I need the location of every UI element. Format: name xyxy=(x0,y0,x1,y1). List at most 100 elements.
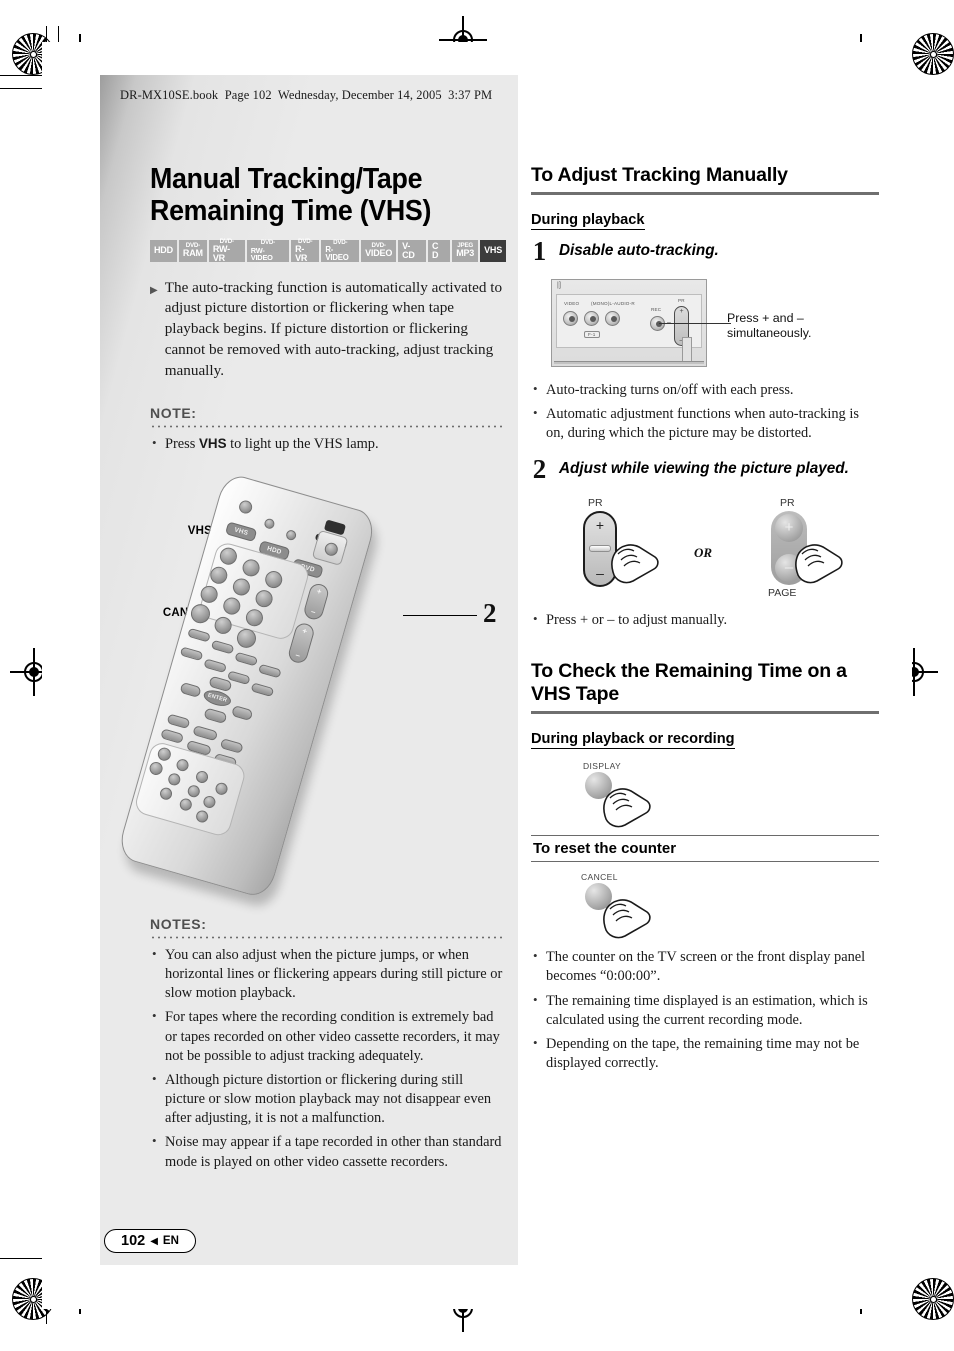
note-post: to light up the VHS lamp. xyxy=(226,436,379,453)
media-badge-vhs: VHS xyxy=(480,239,507,262)
list-item: Press + or – to adjust manually. xyxy=(531,610,879,630)
rocker-minus: – xyxy=(294,650,302,661)
pr-buttons-figure: PR + – OR PR + – PAGE xyxy=(531,497,879,607)
remote-control-body: VHS HDD DVD + – + – ENTER xyxy=(115,471,378,900)
list-item: Noise may appear if a tape recorded in o… xyxy=(150,1132,506,1171)
or-separator: OR xyxy=(694,544,713,560)
page-footer: 102 ◀ EN xyxy=(104,1229,196,1253)
registration-rosette-bottom-right xyxy=(912,1278,954,1320)
step-text: Disable auto-tracking. xyxy=(559,242,719,260)
badge-label: VHS xyxy=(484,245,503,256)
left-arrow-icon: ◀ xyxy=(150,1235,158,1247)
step-2: 2 Adjust while viewing the picture playe… xyxy=(531,454,879,485)
notes-divider xyxy=(150,936,506,939)
media-badge-dvd-r-vr: DVD- R-VR xyxy=(291,238,320,263)
triangle-bullet-icon: ▶ xyxy=(150,284,158,296)
panel-corner-mark: |] xyxy=(557,281,562,289)
section-title-adjust-tracking: To Adjust Tracking Manually xyxy=(531,164,788,186)
badge-label: MP3 xyxy=(456,248,475,259)
pr-minus: – xyxy=(596,564,604,581)
media-badge-dvd-video: DVD- VIDEO xyxy=(361,239,397,262)
hand-pointer-icon-cancel xyxy=(603,899,651,939)
pr-label-right-bottom: PAGE xyxy=(768,586,797,599)
badge-label: C D xyxy=(431,240,439,260)
list-item: The counter on the TV screen or the fron… xyxy=(531,947,879,986)
file-info-bar: DR-MX10SE.book Page 102 Wednesday, Decem… xyxy=(120,88,493,102)
step-number: 1 xyxy=(532,236,547,267)
media-badge-hdd: HDD xyxy=(150,239,177,262)
list-item: You can also adjust when the picture jum… xyxy=(150,945,506,1003)
media-badge-dvd-r-video: DVD- R-VIDEO xyxy=(321,239,360,262)
note-list: Press VHS to light up the VHS lamp. xyxy=(150,434,506,454)
audio-right-jack xyxy=(605,310,620,326)
front-panel-callout: Press + and – simultaneously. xyxy=(727,311,811,342)
page-number: 102 xyxy=(121,1233,146,1249)
notes-block: NOTES: You can also adjust when the pict… xyxy=(150,892,506,1177)
rocker-ridge xyxy=(589,545,611,553)
list-item: Press VHS to light up the VHS lamp. xyxy=(150,434,506,454)
panel-pr-plus: + xyxy=(679,307,684,315)
rocker-minus: – xyxy=(309,606,317,617)
panel-base-line xyxy=(554,360,704,364)
pr-plus-button: + xyxy=(775,513,803,542)
subheading-reset-counter: To reset the counter xyxy=(531,835,879,863)
panel-label-f1: F-1 xyxy=(584,330,600,338)
list-item: The remaining time displayed is an estim… xyxy=(531,991,879,1030)
rocker-plus: + xyxy=(301,626,309,637)
display-button-figure: DISPLAY xyxy=(531,761,879,828)
section-rule xyxy=(531,711,879,715)
step2-note-list: Press + or – to adjust manually. xyxy=(531,610,879,630)
pr-plus: + xyxy=(784,519,794,537)
note-divider xyxy=(150,425,506,429)
rocker-plus: + xyxy=(315,586,323,597)
cancel-button-caption: CANCEL xyxy=(581,872,618,883)
list-item: Although picture distortion or flickerin… xyxy=(150,1070,506,1128)
subheading-during-playback: During playback xyxy=(531,212,645,231)
remote-control-figure: VHS CANCEL DISPLAY REC MODE/ REMAIN 2 VH… xyxy=(115,471,510,912)
callout-line-1: Press + and – xyxy=(727,310,804,325)
hand-pointer-icon-display xyxy=(603,788,651,828)
media-format-badge-list: HDD DVD- RAM DVD- RW-VR DVD- RW-VIDEO DVD- R… xyxy=(150,238,507,263)
panel-label-video: VIDEO xyxy=(564,300,580,306)
panel-door xyxy=(682,336,692,363)
media-badge-cd: C D xyxy=(427,239,451,262)
hand-pointer-icon-right xyxy=(795,544,843,584)
badge-label: RW-VIDEO xyxy=(250,245,273,262)
note-pre: Press xyxy=(165,436,199,453)
step-number: 2 xyxy=(532,454,547,485)
pr-label-right-top: PR xyxy=(780,496,795,509)
list-item: Automatic adjustment functions when auto… xyxy=(531,404,879,443)
panel-label-pr: PR xyxy=(678,297,685,303)
right-column: To Adjust Tracking Manually During playb… xyxy=(531,164,879,1078)
subheading-during-playback-or-recording: During playback or recording xyxy=(531,731,735,750)
page-number-pill: 102 ◀ EN xyxy=(104,1229,196,1253)
leader-line-step2 xyxy=(403,615,477,617)
step-text: Adjust while viewing the picture played. xyxy=(559,460,849,478)
cancel-button-figure: CANCEL xyxy=(531,872,879,939)
leader-line-front-panel xyxy=(659,322,731,325)
page-sheet: DR-MX10SE.book Page 102 Wednesday, Decem… xyxy=(42,42,912,1309)
list-item: Depending on the tape, the remaining tim… xyxy=(531,1034,879,1073)
badge-label: RAM xyxy=(182,248,203,259)
panel-label-rec: REC xyxy=(651,306,662,312)
pr-plus: + xyxy=(595,516,605,533)
step1-note-list: Auto-tracking turns on/off with each pre… xyxy=(531,380,879,443)
video-jack xyxy=(563,310,578,326)
pr-minus: – xyxy=(784,559,794,577)
badge-label: HDD xyxy=(154,245,173,256)
language-code: EN xyxy=(162,1235,179,1247)
remote-step-number-2: 2 xyxy=(483,598,497,628)
media-badge-vcd: V-CD xyxy=(398,239,426,262)
step-1: 1 Disable auto-tracking. xyxy=(531,236,879,267)
badge-label: R-VIDEO xyxy=(325,245,349,262)
badge-label: R-VR xyxy=(295,243,308,263)
hand-pointer-icon-left xyxy=(611,544,659,584)
callout-line-2: simultaneously. xyxy=(727,326,812,341)
badge-label: VIDEO xyxy=(365,248,393,259)
section-title-remaining-time: To Check the Remaining Time on a VHS Tap… xyxy=(531,660,847,706)
section-rule xyxy=(531,192,879,196)
page-title: Manual Tracking/Tape Remaining Time (VHS… xyxy=(150,163,432,227)
final-note-list: The counter on the TV screen or the fron… xyxy=(531,947,879,1073)
left-column: Manual Tracking/Tape Remaining Time (VHS… xyxy=(150,163,507,459)
remote-label-vhs: VHS xyxy=(187,525,212,537)
